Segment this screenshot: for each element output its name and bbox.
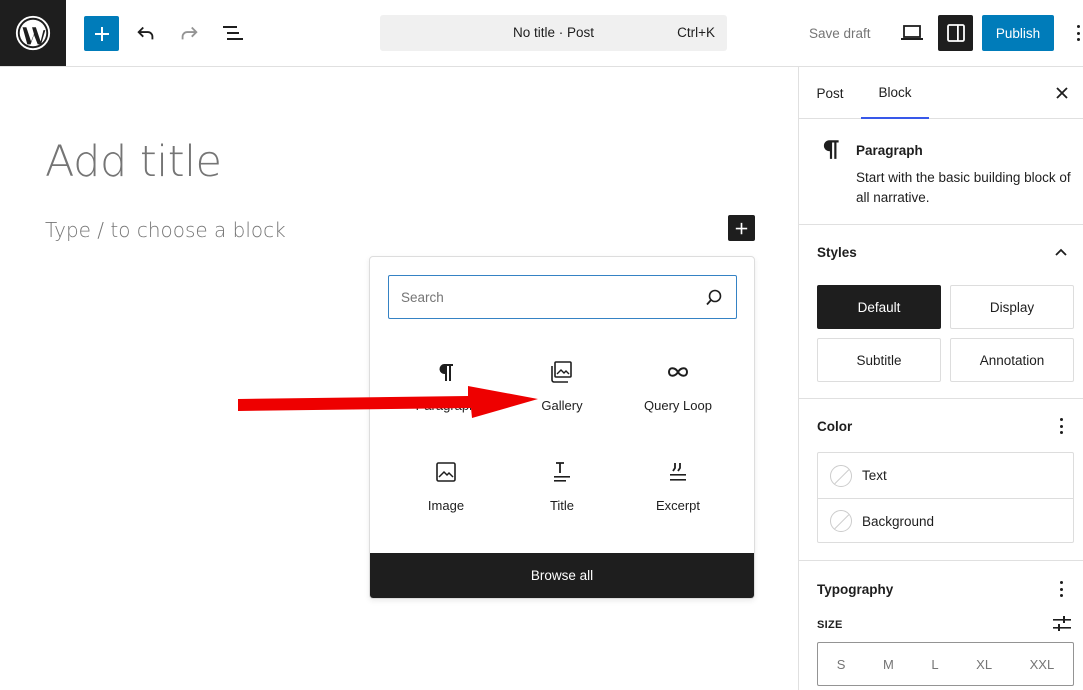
- block-card-title: Paragraph: [856, 143, 923, 158]
- inline-inserter-button[interactable]: [728, 215, 755, 241]
- background-color-item[interactable]: Background: [818, 498, 1073, 543]
- plus-icon: [94, 26, 109, 41]
- color-settings-list: Text Background: [817, 452, 1074, 543]
- block-option-title[interactable]: Title: [504, 459, 620, 545]
- font-size-picker: S M L XL XXL: [817, 642, 1074, 686]
- more-vertical-icon: [1076, 25, 1080, 41]
- tab-block[interactable]: Block: [861, 67, 929, 119]
- undo-button[interactable]: [130, 17, 162, 49]
- paragraph-icon: [823, 140, 839, 159]
- empty-swatch-icon: [830, 510, 852, 532]
- styles-panel: Styles Default Display Subtitle Annotati…: [799, 225, 1083, 399]
- collapse-styles-button[interactable]: [1051, 242, 1071, 262]
- excerpt-icon: [665, 459, 691, 485]
- redo-button[interactable]: [173, 17, 205, 49]
- block-placeholder[interactable]: Type / to choose a block: [45, 218, 286, 242]
- close-sidebar-button[interactable]: [1049, 80, 1075, 106]
- more-vertical-icon: [1059, 581, 1063, 597]
- empty-swatch-icon: [830, 464, 852, 487]
- settings-toggle-button[interactable]: [938, 15, 973, 51]
- block-search-input[interactable]: [401, 287, 691, 307]
- close-icon: [1056, 87, 1068, 99]
- styles-panel-title[interactable]: Styles: [817, 245, 857, 260]
- text-color-item[interactable]: Text: [818, 453, 1073, 498]
- style-subtitle-button[interactable]: Subtitle: [817, 338, 941, 382]
- block-option-image[interactable]: Image: [388, 459, 504, 545]
- block-card: Paragraph Start with the basic building …: [799, 119, 1083, 225]
- editor-top-bar: No title · Post Ctrl+K Save draft Publis…: [0, 0, 1083, 67]
- gallery-icon: [549, 359, 575, 385]
- tab-post[interactable]: Post: [799, 67, 861, 119]
- settings-sidebar: Post Block Paragraph Start with the basi…: [798, 67, 1083, 690]
- query-loop-icon: [665, 359, 691, 385]
- style-annotation-button[interactable]: Annotation: [950, 338, 1074, 382]
- typography-panel: Typography SIZE S M L XL XXL: [799, 561, 1083, 690]
- font-size-label: SIZE: [817, 619, 843, 631]
- typography-panel-title: Typography: [817, 582, 894, 597]
- style-default-button[interactable]: Default: [817, 285, 941, 329]
- color-options-button[interactable]: [1051, 416, 1071, 436]
- size-option-s[interactable]: S: [837, 657, 846, 672]
- redo-icon: [181, 26, 198, 40]
- options-menu-button[interactable]: [1068, 17, 1083, 49]
- block-option-query-loop[interactable]: Query Loop: [620, 359, 736, 445]
- undo-icon: [137, 26, 154, 40]
- size-option-xxl[interactable]: XXL: [1030, 657, 1055, 672]
- search-icon: [706, 289, 722, 306]
- red-arrow-annotation: [238, 386, 538, 418]
- post-title-input[interactable]: Add title: [45, 137, 222, 187]
- custom-size-settings-icon[interactable]: [1051, 613, 1073, 635]
- add-block-button[interactable]: [84, 16, 119, 51]
- block-option-excerpt[interactable]: Excerpt: [620, 459, 736, 545]
- more-vertical-icon: [1059, 418, 1063, 434]
- style-display-button[interactable]: Display: [950, 285, 1074, 329]
- size-option-m[interactable]: M: [883, 657, 894, 672]
- command-palette-bar[interactable]: No title · Post Ctrl+K: [380, 15, 727, 51]
- wordpress-logo-icon[interactable]: [0, 0, 66, 66]
- size-option-xl[interactable]: XL: [976, 657, 992, 672]
- size-option-l[interactable]: L: [931, 657, 938, 672]
- list-view-icon: [223, 26, 243, 40]
- color-panel: Color Text Background: [799, 399, 1083, 561]
- block-card-description: Start with the basic building block of a…: [856, 170, 1071, 205]
- title-icon: [549, 459, 575, 485]
- sidebar-tabs: Post Block: [799, 67, 1083, 119]
- document-overview-button[interactable]: [217, 17, 249, 49]
- preview-button[interactable]: [896, 17, 928, 49]
- plus-icon: [735, 222, 748, 234]
- typography-options-button[interactable]: [1051, 579, 1071, 599]
- color-panel-title: Color: [817, 419, 853, 434]
- image-icon: [433, 459, 459, 485]
- desktop-preview-icon: [901, 25, 923, 40]
- block-search[interactable]: [388, 275, 737, 319]
- publish-button[interactable]: Publish: [982, 15, 1054, 51]
- document-title: No title · Post: [512, 25, 595, 40]
- chevron-up-icon: [1055, 248, 1067, 256]
- shortcut-hint: Ctrl+K: [677, 25, 715, 40]
- block-inserter-popover: Paragraph Gallery Query Loop Image: [369, 256, 755, 599]
- save-draft-button[interactable]: Save draft: [809, 26, 871, 41]
- sidebar-icon: [946, 24, 965, 42]
- browse-all-button[interactable]: Browse all: [370, 553, 754, 598]
